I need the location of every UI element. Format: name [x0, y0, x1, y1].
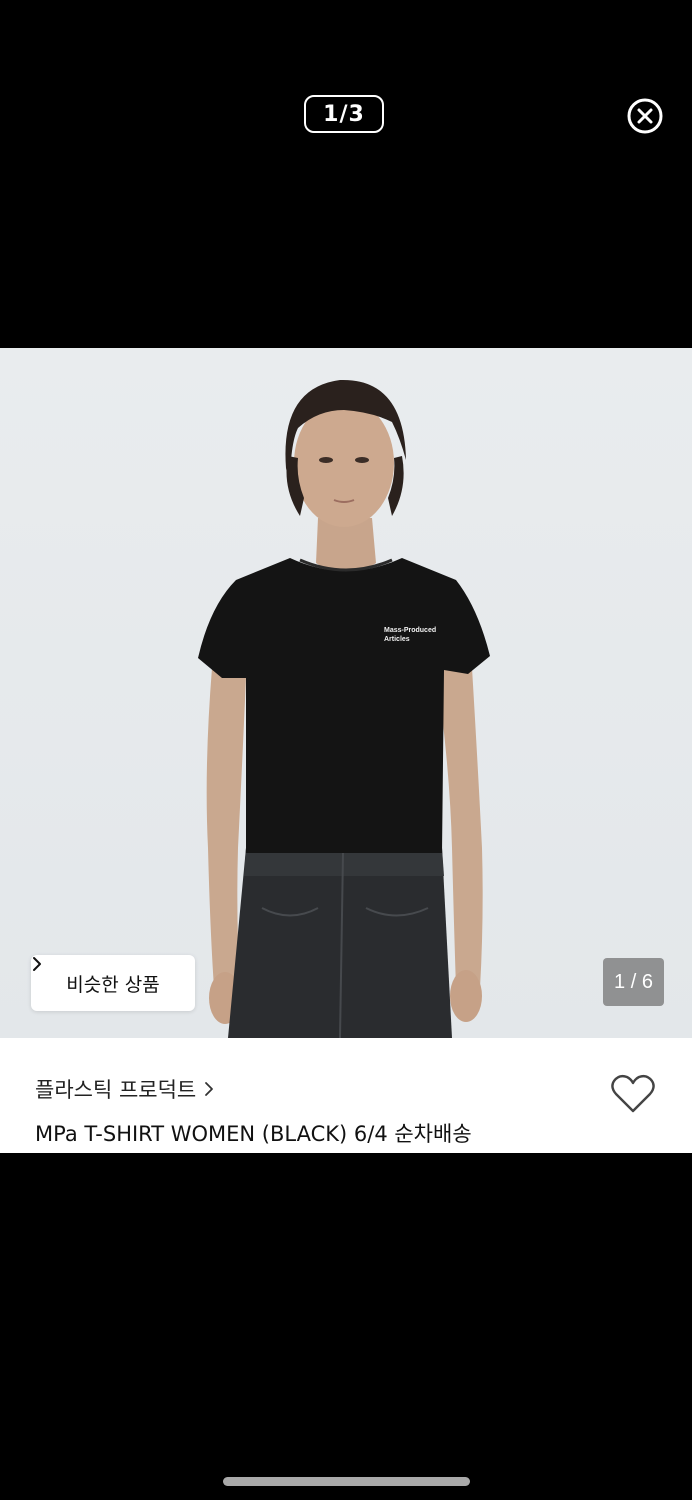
heart-outline-icon [611, 1074, 655, 1113]
brand-link[interactable]: 플라스틱 프로덕트 [35, 1074, 214, 1104]
shirt-print-text-2: Articles [384, 636, 410, 643]
brand-name: 플라스틱 프로덕트 [35, 1078, 197, 1102]
close-button[interactable] [626, 97, 664, 135]
similar-products-button[interactable]: 비슷한 상품 [31, 955, 195, 1011]
product-photo[interactable]: Mass-Produced Articles 비슷한 상품 1 / 6 [0, 348, 692, 1038]
photo-counter: 1 / 6 [603, 958, 664, 1006]
wishlist-button[interactable] [610, 1073, 656, 1115]
home-indicator[interactable] [223, 1477, 470, 1486]
product-card: Mass-Produced Articles 비슷한 상품 1 / 6 플라스틱… [0, 348, 692, 1153]
image-counter: 1/3 [304, 95, 384, 133]
model-illustration: Mass-Produced Articles [198, 379, 490, 1038]
chevron-right-icon [205, 1082, 214, 1096]
chevron-right-icon [33, 957, 41, 971]
product-name: MPa T-SHIRT WOMEN (BLACK) 6/4 순차배송 [35, 1122, 472, 1146]
shirt-print-text: Mass-Produced [384, 627, 436, 634]
close-circle-icon [627, 98, 663, 134]
similar-products-label: 비슷한 상품 [66, 973, 160, 996]
